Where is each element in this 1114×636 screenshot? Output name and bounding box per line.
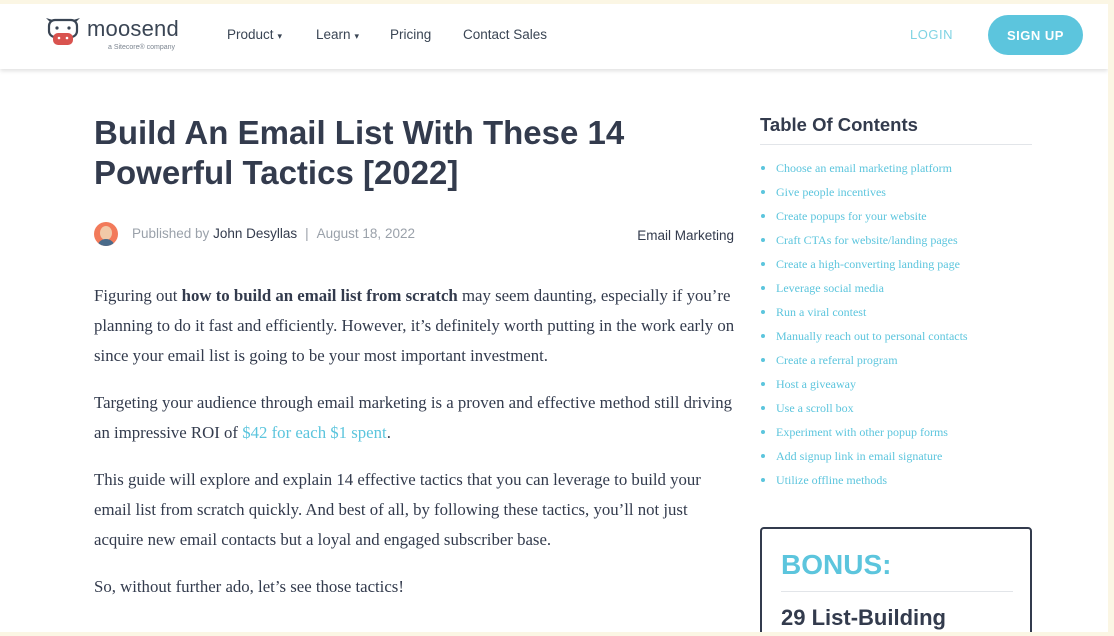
bonus-label: BONUS: xyxy=(781,549,892,580)
avatar-face xyxy=(100,226,112,240)
toc-item[interactable]: Utilize offline methods xyxy=(760,468,1032,492)
bonus-divider xyxy=(781,591,1013,592)
bullet-icon xyxy=(761,334,765,339)
toc-item-label: Create a high-converting landing page xyxy=(776,257,960,271)
chevron-down-icon: ▾ xyxy=(277,31,283,41)
roi-link[interactable]: $42 for each $1 spent xyxy=(242,423,386,442)
toc-item-label: Host a giveaway xyxy=(776,377,856,391)
chevron-down-icon: ▾ xyxy=(354,31,360,41)
toc-item-label: Choose an email marketing platform xyxy=(776,161,952,175)
bonus-box[interactable]: BONUS: 29 List-Building xyxy=(760,527,1032,632)
toc-item[interactable]: Create a referral program xyxy=(760,348,1032,372)
bonus-subtitle: 29 List-Building xyxy=(781,605,946,630)
toc-item-label: Run a viral contest xyxy=(776,305,867,319)
toc-item[interactable]: Use a scroll box xyxy=(760,396,1032,420)
site-header: moosend a Sitecore® company Product ▾ Lea… xyxy=(0,4,1108,69)
toc-item-label: Create a referral program xyxy=(776,353,898,367)
bullet-icon xyxy=(761,454,765,459)
meta-separator: | xyxy=(305,226,309,241)
author-avatar[interactable] xyxy=(94,222,118,246)
toc-item[interactable]: Host a giveaway xyxy=(760,372,1032,396)
nav-product[interactable]: Product ▾ xyxy=(227,27,282,42)
bullet-icon xyxy=(761,406,765,411)
p1-bold: how to build an email list from scratch xyxy=(181,286,458,305)
cow-logo-icon xyxy=(44,14,82,52)
toc-item[interactable]: Give people incentives xyxy=(760,180,1032,204)
toc-item-label: Add signup link in email signature xyxy=(776,449,943,463)
login-link[interactable]: LOGIN xyxy=(910,27,953,42)
toc-title: Table Of Contents xyxy=(760,114,918,135)
signup-button[interactable]: SIGN UP xyxy=(988,15,1083,55)
toc-item[interactable]: Leverage social media xyxy=(760,276,1032,300)
logo-wordmark: moosend xyxy=(87,16,179,41)
published-prefix: Published by xyxy=(132,226,210,241)
toc-item-label: Utilize offline methods xyxy=(776,473,888,487)
nav-pricing[interactable]: Pricing xyxy=(390,27,431,42)
toc-item[interactable]: Choose an email marketing platform xyxy=(760,156,1032,180)
author-link[interactable]: John Desyllas xyxy=(213,226,297,241)
toc-item[interactable]: Create a high-converting landing page xyxy=(760,252,1032,276)
nav-learn[interactable]: Learn ▾ xyxy=(316,27,359,42)
nav-contact-sales[interactable]: Contact Sales xyxy=(463,27,547,42)
toc-list: Choose an email marketing platform Give … xyxy=(760,156,1032,492)
logo-subtext: a Sitecore® company xyxy=(108,44,176,51)
byline: Published by John Desyllas | August 18, 20… xyxy=(132,226,415,241)
toc-item-label: Manually reach out to personal contacts xyxy=(776,329,968,343)
bullet-icon xyxy=(761,310,765,315)
article-title: Build An Email List With These 14 Powerf… xyxy=(94,114,625,191)
toc-item[interactable]: Run a viral contest xyxy=(760,300,1032,324)
category-link[interactable]: Email Marketing xyxy=(637,228,734,243)
toc-item[interactable]: Manually reach out to personal contacts xyxy=(760,324,1032,348)
avatar-shirt xyxy=(97,239,115,246)
page: moosend a Sitecore® company Product ▾ Lea… xyxy=(0,4,1108,632)
moosend-logo[interactable]: moosend a Sitecore® company xyxy=(44,14,194,58)
p2-post: . xyxy=(386,423,391,442)
toc-item[interactable]: Create popups for your website xyxy=(760,204,1032,228)
bullet-icon xyxy=(761,286,765,291)
intro-paragraph: Figuring out how to build an email list … xyxy=(94,281,739,371)
p1-pre: Figuring out xyxy=(94,286,182,305)
bullet-icon xyxy=(761,214,765,219)
toc-item-label: Experiment with other popup forms xyxy=(776,425,948,439)
toc-item-label: Craft CTAs for website/landing pages xyxy=(776,233,958,247)
nav-product-label: Product xyxy=(227,27,274,42)
closing-paragraph: So, without further ado, let’s see those… xyxy=(94,577,404,596)
bullet-icon xyxy=(761,238,765,243)
bullet-icon xyxy=(761,262,765,267)
toc-item-label: Leverage social media xyxy=(776,281,884,295)
bullet-icon xyxy=(761,478,765,483)
toc-item[interactable]: Experiment with other popup forms xyxy=(760,420,1032,444)
p2-pre: Targeting your audience through email ma… xyxy=(94,393,733,442)
toc-item-label: Give people incentives xyxy=(776,185,886,199)
bullet-icon xyxy=(761,382,765,387)
toc-item-label: Create popups for your website xyxy=(776,209,927,223)
guide-paragraph: This guide will explore and explain 14 e… xyxy=(94,470,701,549)
bullet-icon xyxy=(761,190,765,195)
bullet-icon xyxy=(761,358,765,363)
toc-divider xyxy=(760,144,1032,145)
toc-item-label: Use a scroll box xyxy=(776,401,854,415)
toc-item[interactable]: Craft CTAs for website/landing pages xyxy=(760,228,1032,252)
bullet-icon xyxy=(761,166,765,171)
nav-learn-label: Learn xyxy=(316,27,351,42)
toc-item[interactable]: Add signup link in email signature xyxy=(760,444,1032,468)
bullet-icon xyxy=(761,430,765,435)
article-meta: Published by John Desyllas | August 18, 20… xyxy=(94,221,734,247)
publish-date: August 18, 2022 xyxy=(316,226,415,241)
roi-paragraph: Targeting your audience through email ma… xyxy=(94,388,739,448)
